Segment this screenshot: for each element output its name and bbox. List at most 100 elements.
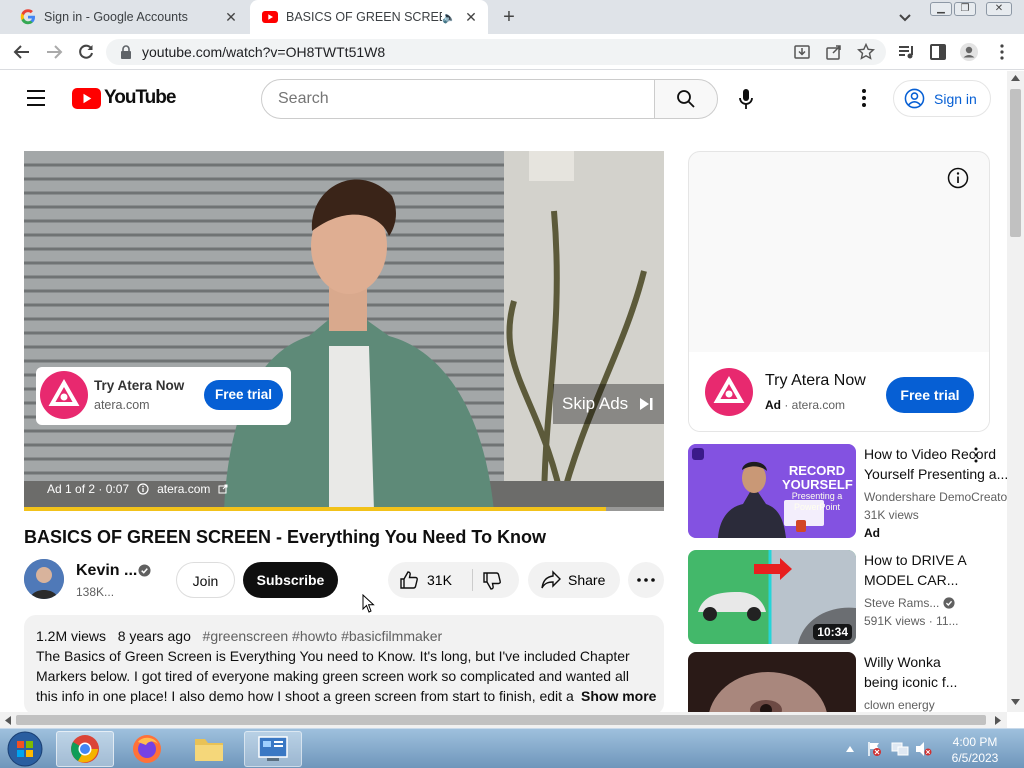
recommended-title-line2[interactable]: Yourself Presenting a... xyxy=(864,464,1008,484)
recommended-ad-badge: Ad xyxy=(864,526,880,540)
side-panel-icon[interactable] xyxy=(928,42,948,62)
windows-start-icon xyxy=(7,731,43,767)
recommended-channel[interactable]: clown energy xyxy=(864,698,935,712)
volume-muted-icon[interactable] xyxy=(914,741,932,757)
recommended-title-line1[interactable]: How to DRIVE A xyxy=(864,550,1008,570)
minimize-button[interactable]: ▁ xyxy=(930,2,952,16)
close-tab-icon[interactable]: ✕ xyxy=(222,8,240,26)
sidebar-ad[interactable]: Try Atera Now Ad · atera.com Free trial xyxy=(688,151,990,432)
ad-card-domain: atera.com xyxy=(94,398,150,412)
search-button[interactable] xyxy=(654,79,718,119)
video-thumbnail[interactable]: 10:34 xyxy=(688,550,856,644)
close-tab-icon[interactable]: ✕ xyxy=(462,8,480,26)
network-icon[interactable] xyxy=(891,741,909,757)
join-button[interactable]: Join xyxy=(176,562,235,598)
recommended-video[interactable]: 10:34 How to DRIVE A MODEL CAR... Steve … xyxy=(688,550,1008,644)
taskbar-explorer[interactable] xyxy=(180,731,238,767)
ad-info-icon[interactable] xyxy=(947,167,969,189)
action-center-flag-icon[interactable] xyxy=(866,741,882,757)
recommended-title-line2[interactable]: MODEL CAR... xyxy=(864,570,1008,590)
horizontal-scrollbar[interactable] xyxy=(0,712,1007,728)
hashtags[interactable]: #greenscreen #howto #basicfilmmaker xyxy=(203,628,443,644)
vertical-scroll-thumb[interactable] xyxy=(1010,89,1021,237)
reload-icon[interactable] xyxy=(76,42,96,62)
start-button[interactable] xyxy=(2,731,48,767)
sign-in-button[interactable]: Sign in xyxy=(893,80,991,117)
ad-progress-fill xyxy=(24,507,607,511)
show-more-button[interactable]: Show more xyxy=(579,688,657,704)
info-icon[interactable] xyxy=(137,483,149,495)
share-button[interactable]: Share xyxy=(528,562,620,598)
taskbar-control-panel[interactable] xyxy=(244,731,302,767)
recommended-title-line1[interactable]: How to Video Record xyxy=(864,444,1008,464)
restore-button[interactable]: ❐ xyxy=(954,2,976,16)
ad-progress-bar[interactable] xyxy=(24,507,664,511)
back-arrow-icon[interactable] xyxy=(12,42,32,62)
tray-expand-icon[interactable] xyxy=(846,746,854,752)
scroll-up-arrow-icon[interactable] xyxy=(1011,75,1020,81)
video-duration: 10:34 xyxy=(813,624,852,640)
more-actions-button[interactable] xyxy=(628,562,664,598)
description-box[interactable]: 1.2M views 8 years ago #greenscreen #how… xyxy=(24,615,664,715)
sidebar-ad-meta: Ad · atera.com xyxy=(765,398,846,412)
taskbar-chrome[interactable] xyxy=(56,731,114,767)
scroll-down-arrow-icon[interactable] xyxy=(1011,699,1020,705)
profile-icon[interactable] xyxy=(959,42,979,62)
video-player[interactable]: Try Atera Now atera.com Free trial Skip … xyxy=(24,151,664,511)
microphone-icon[interactable] xyxy=(736,88,756,110)
browser-menu-icon[interactable] xyxy=(992,42,1012,62)
search-input[interactable]: Search xyxy=(261,79,655,119)
recommended-title-line2[interactable]: being iconic f... xyxy=(864,672,1008,692)
channel-avatar[interactable] xyxy=(24,559,64,599)
lock-icon[interactable] xyxy=(120,45,132,59)
video-options-kebab-icon[interactable] xyxy=(972,447,980,463)
sign-in-label: Sign in xyxy=(934,91,977,107)
share-arrow-icon xyxy=(541,570,561,589)
control-panel-icon xyxy=(258,736,288,761)
new-tab-button[interactable]: + xyxy=(498,7,520,27)
player-ad-card[interactable]: Try Atera Now atera.com Free trial xyxy=(36,367,291,425)
scroll-left-arrow-icon[interactable] xyxy=(5,716,11,725)
speaker-icon[interactable]: 🔈 xyxy=(442,11,456,24)
youtube-icon xyxy=(262,11,278,23)
video-title: BASICS OF GREEN SCREEN - Everything You … xyxy=(24,527,547,547)
subscriber-count: 138K... xyxy=(76,585,115,599)
recommended-video[interactable]: RECORD YOURSELF Presenting a PowerPoint … xyxy=(688,444,1011,540)
ad-domain-link[interactable]: atera.com xyxy=(157,482,210,496)
free-trial-button[interactable]: Free trial xyxy=(204,380,283,410)
recommended-channel[interactable]: Steve Rams... xyxy=(864,596,939,610)
close-window-button[interactable]: ✕ xyxy=(986,2,1012,16)
like-count[interactable]: 31K xyxy=(427,562,452,598)
mouse-cursor-icon xyxy=(362,594,375,613)
taskbar-firefox[interactable] xyxy=(118,731,176,767)
recommended-title-line1[interactable]: Willy Wonka xyxy=(864,652,1008,672)
forward-arrow-icon[interactable] xyxy=(44,42,64,62)
subscribe-button[interactable]: Subscribe xyxy=(243,562,338,598)
url-text: youtube.com/watch?v=OH8TWTt51W8 xyxy=(142,44,386,60)
thumbnail-text: RECORD YOURSELF xyxy=(782,463,853,492)
description-line: this info in one place! I also demo how … xyxy=(36,688,574,704)
like-thumb-icon[interactable] xyxy=(399,570,419,590)
settings-kebab-icon[interactable] xyxy=(856,88,872,108)
channel-name[interactable]: Kevin ... xyxy=(76,562,137,580)
install-app-icon[interactable] xyxy=(793,43,811,61)
skip-ads-button[interactable]: Skip Ads xyxy=(553,384,664,424)
horizontal-scroll-thumb[interactable] xyxy=(16,715,986,725)
recommended-channel[interactable]: Wondershare DemoCreator xyxy=(864,490,1011,504)
vertical-scrollbar[interactable] xyxy=(1007,71,1024,712)
dislike-thumb-icon[interactable] xyxy=(482,571,502,591)
youtube-wordmark: YouTube xyxy=(104,87,176,108)
tab-google-accounts[interactable]: Sign in - Google Accounts ✕ xyxy=(8,0,248,34)
share-page-icon[interactable] xyxy=(825,43,843,61)
hamburger-menu-icon[interactable] xyxy=(26,89,46,107)
system-clock[interactable]: 4:00 PM 6/5/2023 xyxy=(940,734,1010,766)
address-bar[interactable]: youtube.com/watch?v=OH8TWTt51W8 xyxy=(106,39,886,65)
media-control-icon[interactable] xyxy=(896,42,916,62)
youtube-logo[interactable]: YouTube xyxy=(72,86,176,110)
sidebar-free-trial-button[interactable]: Free trial xyxy=(886,377,974,413)
scroll-right-arrow-icon[interactable] xyxy=(995,716,1001,725)
tab-search-chevron-icon[interactable] xyxy=(896,8,914,26)
video-thumbnail[interactable]: RECORD YOURSELF Presenting a PowerPoint xyxy=(688,444,856,538)
bookmark-star-icon[interactable] xyxy=(857,43,875,61)
tab-youtube-video[interactable]: BASICS OF GREEN SCREEN - 🔈 ✕ xyxy=(250,0,488,34)
